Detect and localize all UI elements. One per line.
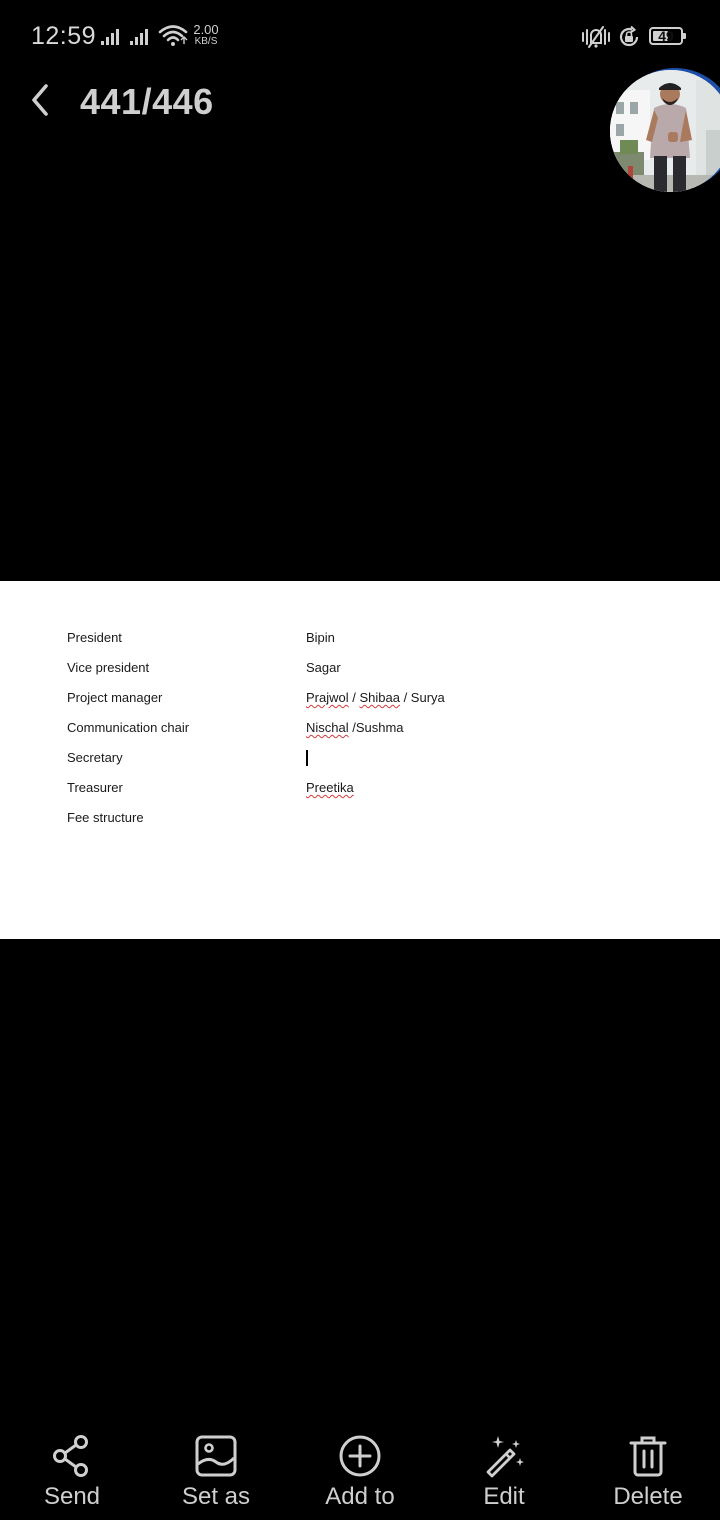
text-cursor-cell: [306, 750, 308, 766]
role-label: Project manager: [67, 690, 163, 705]
trash-icon: [629, 1436, 667, 1477]
network-speed: 2.00 KB/S: [190, 22, 222, 48]
share-icon: [53, 1435, 88, 1477]
battery-icon: 49: [649, 27, 686, 45]
edit-button[interactable]: Edit: [432, 1420, 576, 1520]
delete-button[interactable]: Delete: [576, 1420, 720, 1520]
table-row: President Bipin: [0, 630, 720, 650]
rotation-lock-icon: [619, 25, 639, 47]
chevron-left-icon: [32, 84, 48, 116]
role-label: Treasurer: [67, 780, 123, 795]
table-row: Communication chair Nischal /Sushma: [0, 720, 720, 740]
status-bar: 12:59 2.00 KB/S 49: [0, 0, 720, 72]
send-button[interactable]: Send: [0, 1420, 144, 1520]
document-image: President Bipin Vice president Sagar Pro…: [0, 581, 720, 939]
table-row: Project manager Prajwol / Shibaa / Surya: [0, 690, 720, 710]
add-to-label: Add to: [325, 1483, 395, 1510]
role-label: Communication chair: [67, 720, 190, 735]
back-button[interactable]: [22, 80, 62, 120]
text-cursor: [306, 750, 308, 766]
send-label: Send: [43, 1483, 101, 1510]
avatar-photo: [610, 70, 720, 192]
set-as-button[interactable]: Set as: [144, 1420, 288, 1520]
member-name: Bipin: [306, 630, 335, 645]
wifi-icon: [158, 25, 188, 46]
table-row: Secretary: [0, 750, 720, 770]
network-speed-value: 2.00: [193, 22, 219, 37]
member-name: Nischal /Sushma: [306, 720, 404, 735]
cellular-signal-icon: [130, 29, 148, 45]
page-counter: 441/446: [80, 81, 214, 122]
role-label: Fee structure: [67, 810, 144, 825]
member-name: Prajwol / Shibaa / Surya: [306, 690, 445, 705]
table-row: Treasurer Preetika: [0, 780, 720, 800]
vibrate-mute-icon: [582, 26, 610, 48]
table-row: Vice president Sagar: [0, 660, 720, 680]
network-speed-unit: KB/S: [194, 36, 218, 47]
role-label: Secretary: [67, 750, 123, 765]
add-circle-icon: [339, 1435, 381, 1477]
role-label: Vice president: [67, 660, 150, 675]
magic-wand-icon: [486, 1436, 524, 1478]
edit-label: Edit: [483, 1483, 525, 1510]
add-to-button[interactable]: Add to: [288, 1420, 432, 1520]
table-row: Fee structure: [0, 810, 720, 830]
image-icon: [195, 1435, 237, 1477]
bottom-toolbar: Send Set as Add to Edit Delete: [0, 1420, 720, 1520]
set-as-label: Set as: [181, 1483, 251, 1510]
role-label: President: [67, 630, 122, 645]
battery-level: 49: [658, 28, 674, 44]
status-time: 12:59: [31, 22, 97, 50]
member-name: Preetika: [306, 780, 354, 795]
delete-label: Delete: [613, 1483, 683, 1510]
member-name: Sagar: [306, 660, 341, 675]
profile-avatar[interactable]: [610, 70, 720, 192]
cellular-signal-icon: [101, 29, 119, 45]
